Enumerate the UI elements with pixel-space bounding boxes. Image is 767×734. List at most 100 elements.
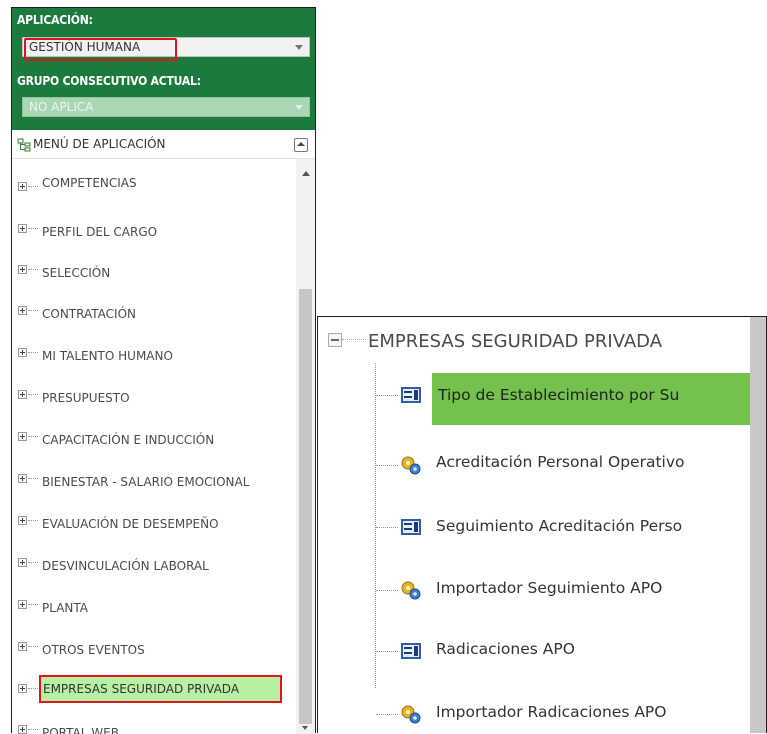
- expand-plus-icon[interactable]: [18, 182, 27, 191]
- process-gear-icon: [400, 704, 422, 724]
- submenu-item-label: Radicaciones APO: [436, 640, 575, 658]
- menu-item-presupuesto[interactable]: PRESUPUESTO: [12, 386, 295, 410]
- tree-connector: [28, 310, 38, 311]
- menu-tree: COMPETENCIAS PERFIL DEL CARGO SELECCIÓN …: [12, 159, 295, 734]
- expand-plus-icon[interactable]: [18, 432, 27, 441]
- expand-plus-icon[interactable]: [18, 642, 27, 651]
- chevron-down-icon: [295, 45, 303, 50]
- menu-item-label: EVALUACIÓN DE DESEMPEÑO: [42, 517, 219, 531]
- expand-plus-icon[interactable]: [18, 516, 27, 525]
- menu-item-desvinculacion[interactable]: DESVINCULACIÓN LABORAL: [12, 554, 295, 578]
- grupo-consecutivo-value: NO APLICA: [29, 100, 94, 114]
- menu-item-evaluacion-desempeno[interactable]: EVALUACIÓN DE DESEMPEÑO: [12, 512, 295, 536]
- tree-connector: [376, 527, 398, 528]
- menu-scrollbar[interactable]: [296, 159, 315, 734]
- menu-item-competencias[interactable]: COMPETENCIAS: [12, 176, 295, 202]
- application-header: APLICACIÓN: GESTIÓN HUMANA GRUPO CONSECU…: [12, 8, 315, 130]
- process-gear-icon: [400, 455, 422, 475]
- submenu-zoom-panel: EMPRESAS SEGURIDAD PRIVADA Tipo de Estab…: [317, 316, 767, 733]
- menu-item-label: PERFIL DEL CARGO: [42, 225, 158, 239]
- menu-item-otros-eventos[interactable]: OTROS EVENTOS: [12, 638, 295, 662]
- grupo-consecutivo-select[interactable]: NO APLICA: [22, 97, 310, 117]
- submenu-item-tipo-establecimiento[interactable]: Tipo de Establecimiento por Su: [376, 372, 760, 425]
- process-gear-icon: [400, 580, 422, 600]
- menu-item-portal-web[interactable]: PORTAL WEB: [12, 721, 295, 734]
- tree-connector: [376, 714, 398, 715]
- menu-item-empresas-seguridad-privada[interactable]: EMPRESAS SEGURIDAD PRIVADA: [12, 675, 295, 704]
- menu-item-label: MI TALENTO HUMANO: [42, 349, 173, 363]
- tree-connector: [28, 520, 38, 521]
- collapse-button[interactable]: [294, 138, 308, 152]
- submenu-item-radicaciones[interactable]: Radicaciones APO: [376, 628, 756, 678]
- menu-header: MENÚ DE APLICACIÓN: [12, 131, 315, 159]
- expand-plus-icon[interactable]: [18, 600, 27, 609]
- expand-plus-icon[interactable]: [18, 265, 27, 274]
- tree-connector: [342, 339, 366, 340]
- submenu-scrollbar[interactable]: [750, 317, 766, 733]
- menu-item-label: PLANTA: [42, 601, 88, 615]
- selected-submenu-highlight[interactable]: Tipo de Establecimiento por Su: [432, 373, 760, 425]
- submenu-item-label: Acreditación Personal Operativo: [436, 453, 685, 471]
- expand-plus-icon[interactable]: [18, 224, 27, 233]
- highlight-box: [24, 38, 177, 61]
- tree-connector: [28, 352, 38, 353]
- scroll-up-arrow-icon[interactable]: [302, 171, 310, 176]
- application-menu-panel: APLICACIÓN: GESTIÓN HUMANA GRUPO CONSECU…: [11, 7, 316, 734]
- tree-connector: [376, 395, 398, 396]
- tree-connector: [28, 394, 38, 395]
- menu-item-label: SELECCIÓN: [42, 266, 111, 280]
- submenu-item-acreditacion-personal[interactable]: Acreditación Personal Operativo: [376, 442, 756, 492]
- tree-connector: [28, 604, 38, 605]
- submenu-item-importador-radicaciones[interactable]: Importador Radicaciones APO: [376, 691, 756, 733]
- menu-title: MENÚ DE APLICACIÓN: [33, 137, 166, 151]
- tree-connector: [376, 590, 398, 591]
- expand-plus-icon[interactable]: [18, 474, 27, 483]
- menu-item-mi-talento-humano[interactable]: MI TALENTO HUMANO: [12, 344, 295, 368]
- selected-item-highlight[interactable]: EMPRESAS SEGURIDAD PRIVADA: [39, 675, 282, 703]
- tree-connector: [28, 729, 38, 730]
- submenu-group-empresas-seguridad-privada[interactable]: EMPRESAS SEGURIDAD PRIVADA: [318, 317, 750, 367]
- expand-plus-icon[interactable]: [18, 348, 27, 357]
- expand-plus-icon[interactable]: [18, 558, 27, 567]
- menu-item-capacitacion[interactable]: CAPACITACIÓN E INDUCCIÓN: [12, 428, 295, 452]
- menu-item-contratacion[interactable]: CONTRATACIÓN: [12, 302, 295, 326]
- menu-item-label: CONTRATACIÓN: [42, 307, 136, 321]
- tree-connector: [28, 478, 38, 479]
- submenu-item-importador-seguimiento[interactable]: Importador Seguimiento APO: [376, 567, 756, 617]
- collapse-minus-icon[interactable]: [328, 333, 342, 347]
- tree-connector: [28, 269, 38, 270]
- chevron-down-icon: [295, 105, 303, 110]
- menu-item-label: OTROS EVENTOS: [42, 643, 145, 657]
- tree-connector: [28, 228, 38, 229]
- submenu-item-label: Importador Radicaciones APO: [436, 703, 667, 721]
- submenu-item-label: Seguimiento Acreditación Perso: [436, 517, 683, 535]
- tree-connector: [28, 436, 38, 437]
- menu-item-label: CAPACITACIÓN E INDUCCIÓN: [42, 433, 215, 447]
- tree-connector: [28, 646, 38, 647]
- expand-plus-icon[interactable]: [18, 306, 27, 315]
- menu-item-planta[interactable]: PLANTA: [12, 596, 295, 620]
- menu-item-label: PRESUPUESTO: [42, 391, 130, 405]
- tree-connector: [376, 465, 398, 466]
- submenu-item-seguimiento-acreditacion[interactable]: Seguimiento Acreditación Perso: [376, 504, 756, 554]
- submenu-item-label: Importador Seguimiento APO: [436, 579, 663, 597]
- expand-plus-icon[interactable]: [18, 390, 27, 399]
- scroll-down-arrow-icon[interactable]: [302, 726, 308, 730]
- menu-item-perfil-del-cargo[interactable]: PERFIL DEL CARGO: [12, 220, 295, 244]
- grupo-consecutivo-label: GRUPO CONSECUTIVO ACTUAL:: [17, 74, 201, 88]
- menu-item-bienestar[interactable]: BIENESTAR - SALARIO EMOCIONAL: [12, 470, 295, 494]
- application-label: APLICACIÓN:: [17, 13, 93, 27]
- submenu-item-label: Tipo de Establecimiento por Su: [438, 386, 680, 404]
- menu-item-label: COMPETENCIAS: [42, 176, 137, 190]
- tree-connector: [28, 562, 38, 563]
- tree-connector: [28, 688, 38, 689]
- menu-item-label: EMPRESAS SEGURIDAD PRIVADA: [43, 682, 240, 696]
- menu-item-seleccion[interactable]: SELECCIÓN: [12, 261, 295, 285]
- tree-connector: [376, 651, 398, 652]
- menu-item-label: BIENESTAR - SALARIO EMOCIONAL: [42, 475, 250, 489]
- expand-plus-icon[interactable]: [18, 684, 27, 693]
- tree-icon: [17, 137, 31, 156]
- menu-item-label: DESVINCULACIÓN LABORAL: [42, 559, 209, 573]
- form-icon: [400, 517, 422, 537]
- scroll-thumb[interactable]: [299, 289, 312, 724]
